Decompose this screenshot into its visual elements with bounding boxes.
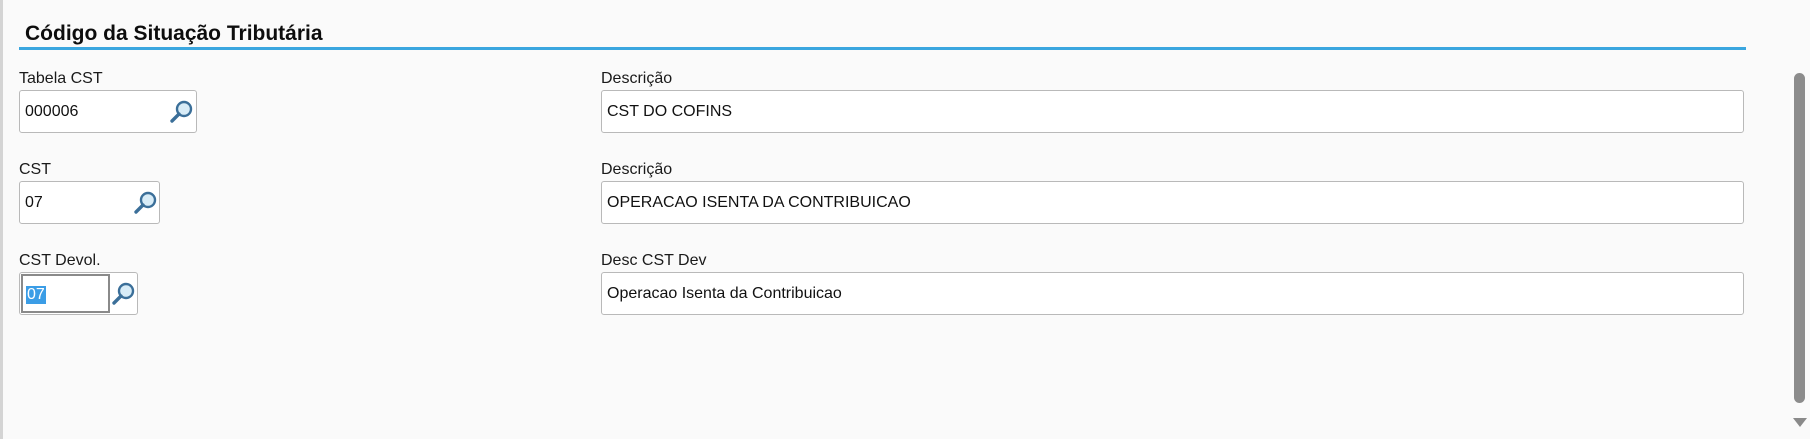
cst-label: CST [19,161,51,178]
tabela-desc-value: CST DO COFINS [607,103,733,120]
cst-devol-input[interactable]: 07 [21,274,110,313]
triangle-down-icon[interactable] [1793,418,1807,427]
cst-field[interactable]: 07 [19,181,160,224]
cst-devol-label: CST Devol. [19,252,101,269]
cst-desc-field[interactable]: OPERACAO ISENTA DA CONTRIBUICAO [601,181,1744,224]
cst-desc-value: OPERACAO ISENTA DA CONTRIBUICAO [607,194,911,211]
desc-cst-dev-value: Operacao Isenta da Contribuicao [607,285,842,302]
window-left-border [0,0,3,439]
tabela-cst-field[interactable]: 000006 [19,90,197,133]
cst-devol-value: 07 [26,286,46,304]
cst-desc-label: Descrição [601,161,673,178]
section-title: Código da Situação Tributária [25,22,323,45]
magnifier-icon[interactable] [111,281,137,307]
vertical-scrollbar[interactable] [1794,73,1805,403]
tabela-cst-value: 000006 [25,103,79,120]
magnifier-icon[interactable] [169,99,195,125]
tabela-cst-label: Tabela CST [19,70,103,87]
cst-value: 07 [25,194,43,211]
cst-devol-field[interactable]: 07 [19,272,138,315]
magnifier-icon[interactable] [133,190,159,216]
desc-cst-dev-field[interactable]: Operacao Isenta da Contribuicao [601,272,1744,315]
tabela-desc-label: Descrição [601,70,673,87]
desc-cst-dev-label: Desc CST Dev [601,252,707,269]
section-divider [19,47,1746,50]
tabela-desc-field[interactable]: CST DO COFINS [601,90,1744,133]
